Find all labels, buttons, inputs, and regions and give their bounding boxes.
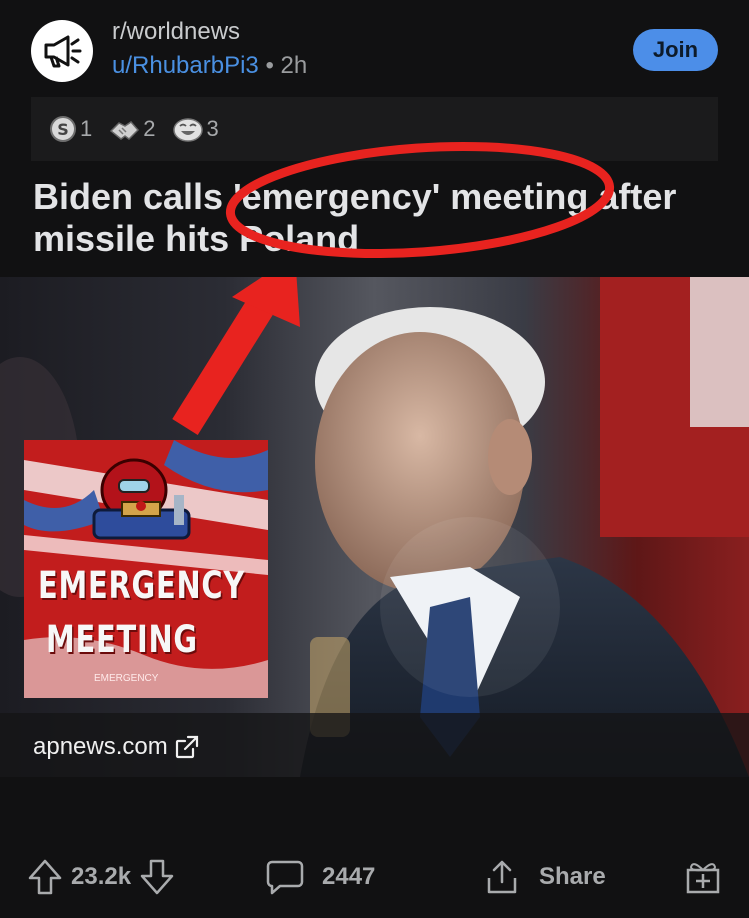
- share-icon: [487, 860, 517, 894]
- award-handshake[interactable]: 2: [108, 115, 156, 143]
- laughing-award-icon: [172, 118, 203, 142]
- join-button[interactable]: Join: [633, 29, 718, 71]
- post-title[interactable]: Biden calls 'emergency' meeting after mi…: [33, 176, 723, 260]
- awards-bar[interactable]: S 1 2 3: [31, 97, 718, 161]
- link-domain[interactable]: apnews.com: [33, 733, 200, 761]
- award-silver[interactable]: S 1: [49, 115, 92, 143]
- subreddit-name[interactable]: r/worldnews: [112, 18, 240, 46]
- award-count: 2: [143, 116, 156, 141]
- link-domain-text: apnews.com: [33, 733, 168, 760]
- svg-text:S: S: [57, 120, 69, 139]
- meme-text-bottom: MEETING: [46, 618, 198, 661]
- post-header: r/worldnews u/RhubarbPi3 • 2h Join: [0, 0, 749, 100]
- comments-button[interactable]: 2447: [266, 858, 375, 896]
- downvote-icon[interactable]: [139, 858, 175, 896]
- megaphone-icon: [44, 35, 82, 68]
- external-link-icon: [175, 735, 198, 759]
- author-link[interactable]: u/RhubarbPi3: [112, 52, 259, 79]
- subreddit-avatar[interactable]: [31, 20, 93, 82]
- upvote-icon[interactable]: [27, 858, 63, 896]
- award-count: 1: [80, 116, 93, 141]
- reddit-post-card: r/worldnews u/RhubarbPi3 • 2h Join S 1 2: [0, 0, 749, 918]
- vote-count: 23.2k: [71, 863, 132, 890]
- author-line: u/RhubarbPi3 • 2h: [112, 52, 307, 80]
- award-laughing[interactable]: 3: [172, 115, 219, 143]
- meme-text-top: EMERGENCY: [38, 564, 246, 607]
- separator-dot: •: [265, 52, 274, 79]
- share-button[interactable]: Share: [483, 858, 606, 896]
- vote-control: 23.2k: [27, 858, 175, 896]
- award-count: 3: [206, 116, 219, 141]
- meme-caption: EMERGENCY: [94, 673, 159, 684]
- comment-count: 2447: [322, 863, 376, 890]
- silver-award-icon: S: [50, 116, 76, 142]
- handshake-award-icon: [110, 121, 140, 140]
- post-time: 2h: [280, 52, 308, 79]
- post-actions: 23.2k 2447 Share: [0, 840, 749, 918]
- share-label: Share: [539, 863, 606, 890]
- emergency-meeting-meme: EMERGENCY MEETING EMERGENCY: [24, 440, 268, 698]
- give-award-button[interactable]: [684, 858, 722, 896]
- comment-icon: [266, 860, 304, 895]
- gift-icon: [686, 863, 720, 894]
